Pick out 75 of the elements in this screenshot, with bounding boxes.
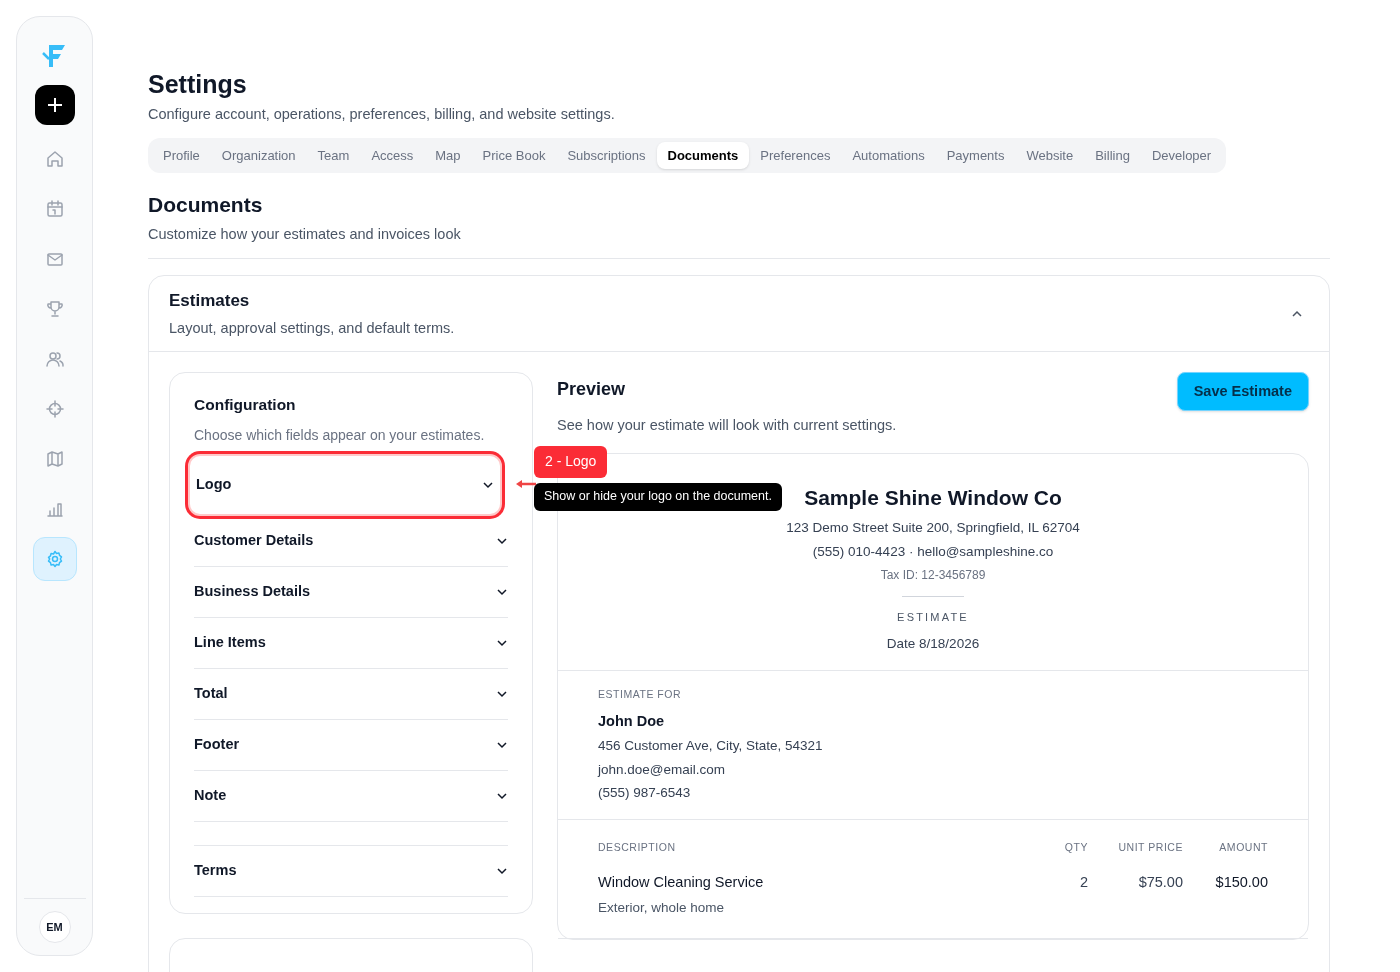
- settings-tab[interactable]: Organization: [210, 141, 307, 169]
- customer-detail: (555) 987-6543: [598, 783, 692, 802]
- pointer-arrow: [516, 478, 538, 489]
- unit-price: $75.00: [1137, 872, 1183, 892]
- calendar-icon: [44, 199, 65, 219]
- section-subtitle: Customize how your estimates and invoices look: [148, 225, 462, 245]
- quantity: 2: [1078, 872, 1088, 892]
- settings-tab[interactable]: Automations: [841, 141, 936, 169]
- annotation-badge: 2 - Logo: [534, 445, 608, 478]
- chevron-down-icon: [496, 587, 508, 596]
- map-icon: [44, 449, 65, 469]
- document-date: Date 8/18/2026: [886, 634, 980, 653]
- company-name: Sample Shine Window Co: [804, 485, 1062, 511]
- preview-title: Preview: [557, 378, 627, 402]
- chevron-down-icon: [496, 536, 508, 545]
- card-title: Estimates: [169, 290, 251, 312]
- settings-tab[interactable]: Profile: [152, 141, 211, 169]
- settings-tab[interactable]: Team: [306, 141, 361, 169]
- config-item[interactable]: Customer Details: [194, 515, 508, 567]
- amount: $150.00: [1214, 872, 1268, 892]
- chevron-down-icon: [496, 689, 508, 698]
- settings-tab[interactable]: Documents: [656, 141, 750, 169]
- crosshair-icon: [44, 399, 65, 419]
- column-header: DESCRIPTION: [598, 840, 677, 855]
- save-estimate-button[interactable]: Save Estimate: [1176, 372, 1309, 412]
- settings-tab[interactable]: Preferences: [749, 141, 842, 169]
- company-address: 123 Demo Street Suite 200, Springfield, IL 62704: [786, 518, 1080, 537]
- settings-tab[interactable]: Access: [360, 141, 425, 169]
- configuration-title: Configuration: [194, 395, 297, 416]
- section-title: Documents: [148, 191, 264, 218]
- config-item[interactable]: Business Details: [194, 566, 508, 618]
- settings-tab[interactable]: Map: [424, 141, 472, 169]
- chevron-down-icon: [496, 866, 508, 875]
- card-subtitle: Layout, approval settings, and default terms.: [169, 318, 456, 338]
- column-header: AMOUNT: [1218, 840, 1268, 855]
- customer-detail: 456 Customer Ave, City, State, 54321: [598, 737, 824, 756]
- plus-icon: [46, 97, 63, 113]
- preview-subtitle: See how your estimate will look with current settings.: [557, 416, 898, 436]
- page-title: Settings: [148, 69, 248, 100]
- config-item[interactable]: Terms: [194, 845, 508, 897]
- chevron-down-icon: [482, 480, 494, 489]
- settings-tab[interactable]: Payments: [935, 141, 1016, 169]
- chevron-down-icon: [496, 791, 508, 800]
- column-header: QTY: [1063, 840, 1088, 855]
- configuration-subtitle: Choose which fields appear on your estimates.: [194, 425, 486, 445]
- company-contact: (555) 010-4423 · hello@sampleshine.co: [812, 542, 1054, 561]
- tooltip: Show or hide your logo on the document.: [534, 482, 782, 511]
- settings-tab[interactable]: Billing: [1084, 141, 1141, 169]
- estimate-for-label: ESTIMATE FOR: [598, 686, 683, 702]
- item-description: Window Cleaning Service: [598, 872, 765, 892]
- config-item[interactable]: Line Items: [194, 617, 508, 669]
- nav-item[interactable]: [32, 537, 77, 581]
- config-item[interactable]: Footer: [194, 719, 508, 771]
- tax-id: Tax ID: 12-3456789: [880, 567, 986, 584]
- settings-tab[interactable]: Subscriptions: [556, 141, 657, 169]
- trophy-icon: [44, 299, 65, 319]
- chevron-down-icon: [496, 638, 508, 647]
- customer-detail: john.doe@email.com: [598, 760, 727, 779]
- page-subtitle: Configure account, operations, preferences, billing, and website settings.: [148, 105, 616, 124]
- chevron-icon: [1291, 309, 1303, 318]
- settings-tab[interactable]: Price Book: [471, 141, 557, 169]
- chevron-down-icon: [496, 740, 508, 749]
- users-icon: [44, 349, 65, 369]
- config-item[interactable]: Note: [194, 770, 508, 822]
- home-icon: [44, 149, 65, 169]
- document-type: ESTIMATE: [897, 610, 969, 625]
- settings-tab[interactable]: Developer: [1140, 141, 1223, 169]
- user-avatar[interactable]: EM: [38, 911, 71, 943]
- config-item[interactable]: Logo: [188, 453, 502, 516]
- add-button[interactable]: [34, 85, 75, 125]
- settings-tab[interactable]: Website: [1015, 141, 1085, 169]
- config-item[interactable]: Total: [194, 668, 508, 720]
- item-detail: Exterior, whole home: [598, 898, 726, 917]
- column-header: UNIT PRICE: [1117, 840, 1183, 855]
- customer-name: John Doe: [598, 711, 666, 731]
